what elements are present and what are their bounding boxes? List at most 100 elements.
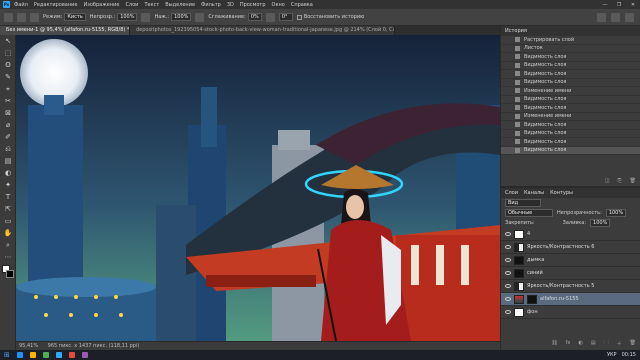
language-indicator[interactable]: УКР bbox=[607, 352, 617, 358]
layer-row[interactable]: 4 bbox=[501, 228, 640, 241]
menu-text[interactable]: Текст bbox=[144, 2, 159, 8]
menu-filter[interactable]: Фильтр bbox=[201, 2, 221, 8]
delete-layer-icon[interactable]: 🗑 bbox=[630, 340, 636, 348]
history-item[interactable]: Видимость слоя bbox=[501, 121, 640, 130]
crop-tool-icon[interactable]: ⌖ bbox=[0, 83, 16, 95]
marquee-tool-icon[interactable]: ⬚ bbox=[0, 47, 16, 59]
history-item[interactable]: Видимость слоя bbox=[501, 70, 640, 79]
menu-3d[interactable]: 3D bbox=[227, 2, 234, 8]
eraser-tool-icon[interactable] bbox=[17, 12, 26, 22]
menu-layers[interactable]: Слои bbox=[125, 2, 138, 8]
history-item-current[interactable]: Видимость слоя bbox=[501, 146, 640, 155]
new-group-icon[interactable]: 🗀 bbox=[604, 340, 609, 348]
search-icon[interactable] bbox=[597, 12, 606, 22]
layer-row-selected[interactable]: alfafon.ru-5155 bbox=[501, 293, 640, 306]
add-mask-icon[interactable]: ◐ bbox=[579, 340, 583, 348]
layer-row[interactable]: Яркость/Контрастность 5 bbox=[501, 280, 640, 293]
new-document-icon[interactable]: ⎘ bbox=[618, 178, 622, 184]
link-layers-icon[interactable]: ⛓ bbox=[551, 340, 557, 348]
smoothing-field[interactable]: 0% bbox=[247, 13, 262, 21]
menu-window[interactable]: Окно bbox=[272, 2, 285, 8]
history-item[interactable]: Видимость слоя bbox=[501, 104, 640, 113]
quick-select-tool-icon[interactable]: ✎ bbox=[0, 71, 16, 83]
visibility-eye-icon[interactable] bbox=[505, 284, 511, 288]
history-item[interactable]: Растрировать слой bbox=[501, 36, 640, 45]
visibility-eye-icon[interactable] bbox=[505, 258, 511, 262]
taskbar-app-icon[interactable] bbox=[29, 352, 36, 358]
visibility-eye-icon[interactable] bbox=[505, 297, 511, 301]
home-icon[interactable] bbox=[4, 12, 13, 22]
share-icon[interactable] bbox=[625, 12, 634, 22]
tab-layers[interactable]: Слои bbox=[505, 190, 518, 196]
trash-icon[interactable]: 🗑 bbox=[630, 178, 636, 184]
pressure-opacity-icon[interactable] bbox=[141, 12, 151, 22]
smoothing-settings-icon[interactable] bbox=[265, 12, 275, 22]
layer-kind-filter[interactable]: Вид bbox=[505, 199, 541, 207]
visibility-eye-icon[interactable] bbox=[505, 271, 511, 275]
taskbar-app-icon[interactable] bbox=[16, 352, 23, 358]
history-item[interactable]: Видимость слоя bbox=[501, 130, 640, 138]
layer-row[interactable]: фон bbox=[501, 306, 640, 319]
fill-field[interactable]: 100% bbox=[590, 219, 611, 227]
layer-row[interactable]: Яркость/Контрастность 6 bbox=[501, 241, 640, 254]
shape-tool-icon[interactable]: ▭ bbox=[0, 215, 16, 227]
blend-mode-select[interactable]: Обычные bbox=[505, 209, 553, 217]
menu-view[interactable]: Просмотр bbox=[240, 2, 266, 8]
hand-tool-icon[interactable]: ✋ bbox=[0, 227, 16, 239]
dodge-tool-icon[interactable]: ◐ bbox=[0, 167, 16, 179]
color-swatches[interactable] bbox=[0, 263, 15, 283]
history-item[interactable]: Видимость слоя bbox=[501, 53, 640, 62]
tab-channels[interactable]: Каналы bbox=[524, 190, 544, 196]
close-button[interactable]: ✕ bbox=[626, 2, 640, 8]
layer-row[interactable]: синий bbox=[501, 267, 640, 280]
layer-style-icon[interactable]: fx bbox=[566, 340, 571, 348]
pressure-field[interactable]: 100% bbox=[171, 13, 192, 21]
visibility-eye-icon[interactable] bbox=[505, 232, 511, 236]
history-item[interactable]: Изменение имени bbox=[501, 87, 640, 96]
history-item[interactable]: Видимость слоя bbox=[501, 79, 640, 87]
zoom-tool-icon[interactable]: ⌕ bbox=[0, 239, 16, 251]
pen-tool-icon[interactable]: ✦ bbox=[0, 179, 16, 191]
layer-row[interactable]: дымка bbox=[501, 254, 640, 267]
more-tools-icon[interactable]: ⋯ bbox=[0, 251, 16, 263]
taskbar-app-icon[interactable] bbox=[81, 352, 88, 358]
menu-help[interactable]: Справка bbox=[291, 2, 313, 8]
slice-tool-icon[interactable]: ✂ bbox=[0, 95, 16, 107]
minimize-button[interactable]: — bbox=[598, 2, 612, 8]
history-item[interactable]: Видимость слоя bbox=[501, 62, 640, 70]
opacity-field[interactable]: 100% bbox=[117, 13, 138, 21]
windows-start-icon[interactable]: ⊞ bbox=[4, 351, 10, 359]
visibility-eye-icon[interactable] bbox=[505, 245, 511, 249]
brush-tool-icon[interactable]: ✐ bbox=[0, 131, 16, 143]
workspace-icon[interactable] bbox=[611, 12, 620, 22]
document-canvas[interactable] bbox=[16, 35, 500, 341]
maximize-button[interactable]: ❐ bbox=[612, 2, 626, 8]
tab-untitled[interactable]: Без имени-1 @ 95,4% (alfafon.ru-5155, RG… bbox=[0, 26, 130, 35]
menu-image[interactable]: Изображение bbox=[83, 2, 119, 8]
adjustment-layer-icon[interactable]: ▤ bbox=[591, 340, 596, 348]
angle-field[interactable]: 0° bbox=[278, 13, 293, 21]
tab-paths[interactable]: Контуры bbox=[550, 190, 573, 196]
eyedropper-tool-icon[interactable]: ⌀ bbox=[0, 119, 16, 131]
new-layer-icon[interactable]: ＋ bbox=[617, 340, 622, 348]
menu-file[interactable]: Файл bbox=[14, 2, 28, 8]
mode-select[interactable]: Кисть bbox=[64, 13, 86, 21]
zoom-level[interactable]: 95,41% bbox=[19, 343, 38, 349]
history-item[interactable]: Видимость слоя bbox=[501, 96, 640, 104]
airbrush-icon[interactable] bbox=[195, 12, 205, 22]
gradient-tool-icon[interactable]: ▤ bbox=[0, 155, 16, 167]
tab-japanese-photo[interactable]: depositphotos_192395054-stock-photo-back… bbox=[130, 26, 395, 35]
taskbar-app-icon[interactable] bbox=[42, 352, 49, 358]
lasso-tool-icon[interactable]: ʘ bbox=[0, 59, 16, 71]
taskbar-app-icon[interactable] bbox=[55, 352, 62, 358]
new-snapshot-icon[interactable]: ◫ bbox=[605, 178, 610, 184]
history-item[interactable]: Изменение имени bbox=[501, 113, 640, 121]
frame-tool-icon[interactable]: ⊠ bbox=[0, 107, 16, 119]
brush-preset-icon[interactable] bbox=[30, 12, 39, 22]
visibility-eye-icon[interactable] bbox=[505, 310, 511, 314]
menu-edit[interactable]: Редактирование bbox=[34, 2, 78, 8]
clock[interactable]: 00:15 bbox=[622, 352, 636, 358]
path-select-tool-icon[interactable]: ⇱ bbox=[0, 203, 16, 215]
move-tool-icon[interactable]: ↖ bbox=[0, 35, 16, 47]
layer-opacity-field[interactable]: 100% bbox=[605, 209, 627, 217]
